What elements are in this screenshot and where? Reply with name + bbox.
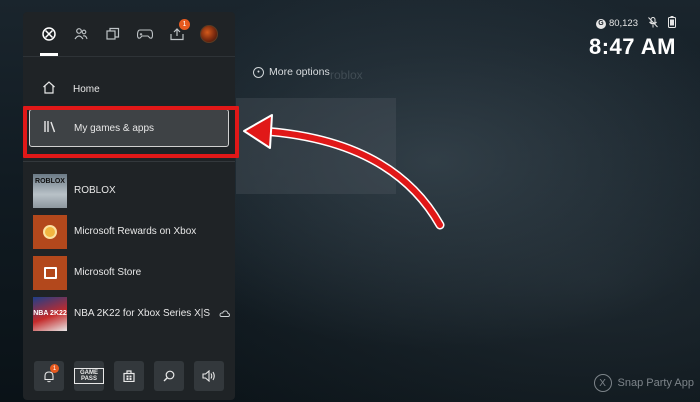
snap-party-app-hint: X Snap Party App xyxy=(593,374,694,392)
x-button-icon: X xyxy=(593,374,612,392)
snap-label: Snap Party App xyxy=(617,377,694,389)
annotation-arrow xyxy=(243,114,445,230)
